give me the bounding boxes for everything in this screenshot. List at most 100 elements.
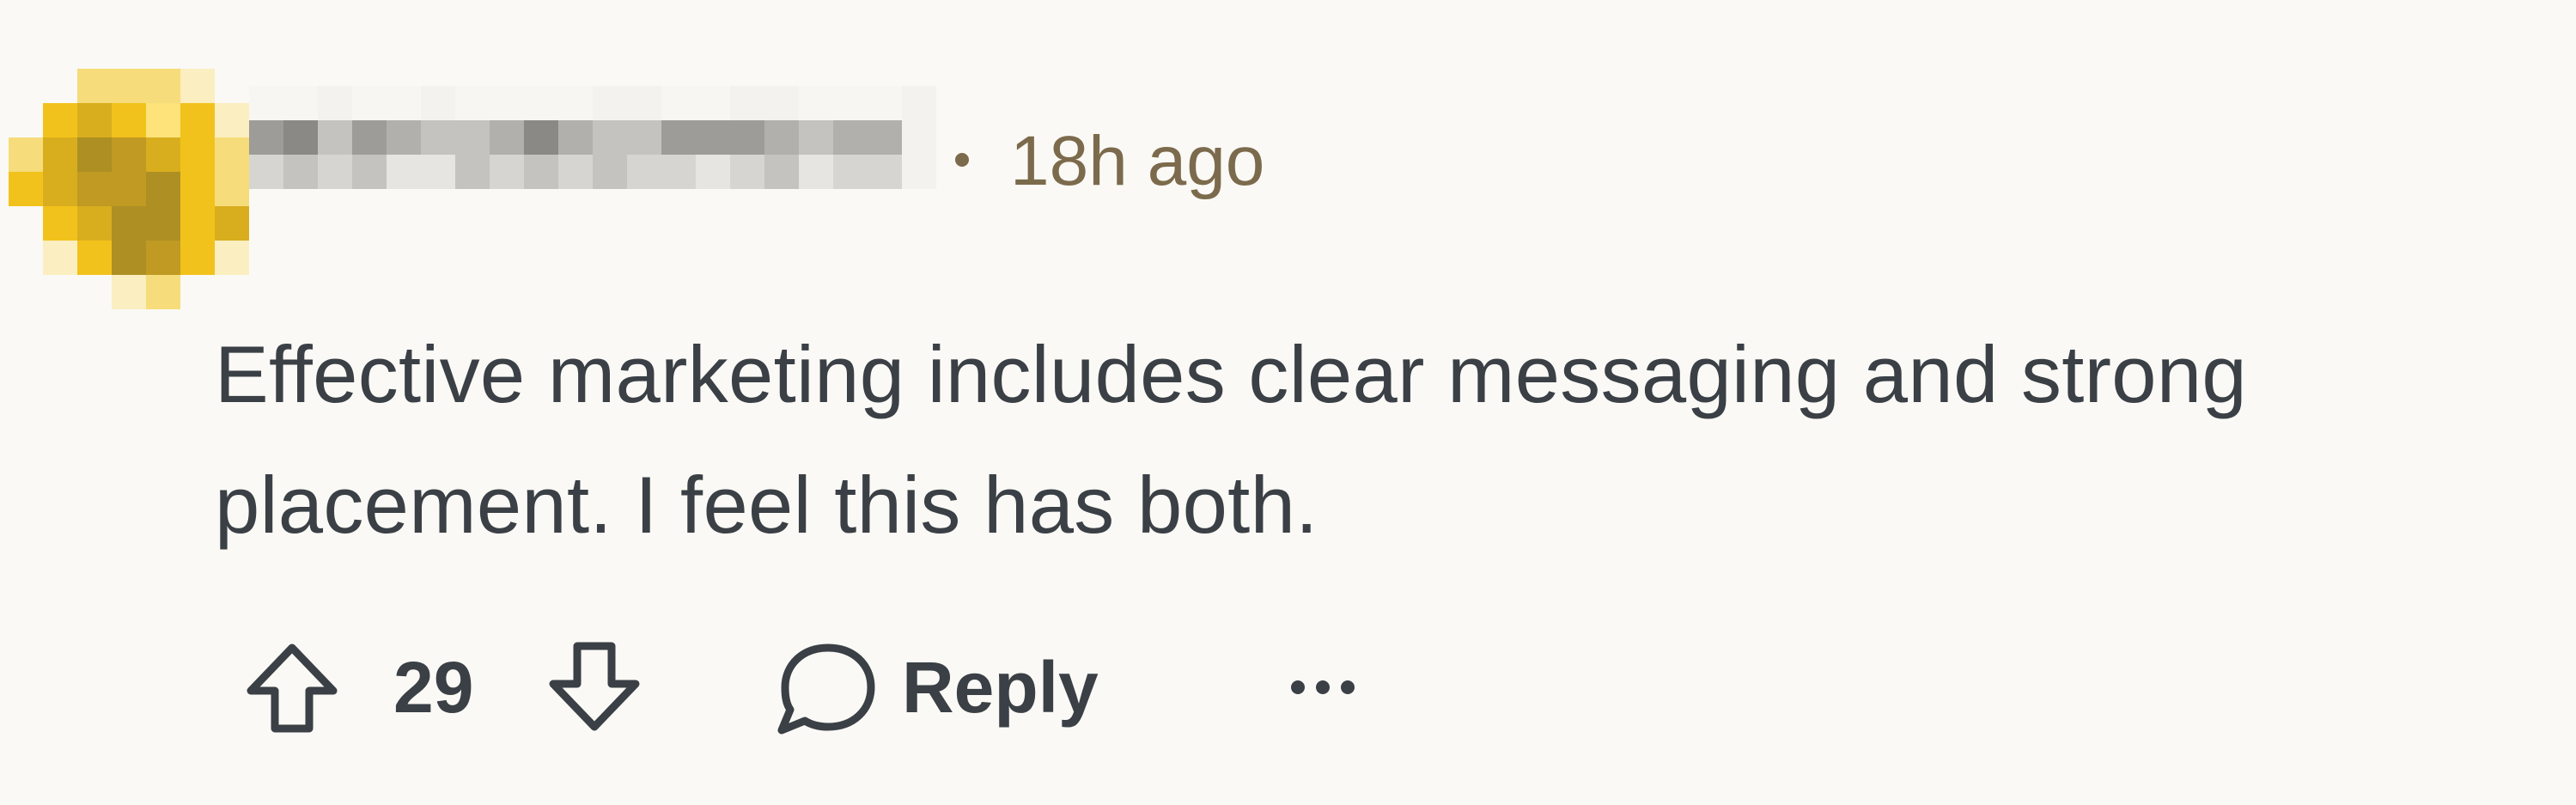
avatar-pixel <box>77 206 112 241</box>
downvote-icon[interactable] <box>543 636 646 739</box>
avatar-pixel <box>43 241 77 275</box>
username-pixel <box>902 86 936 120</box>
username-pixel <box>421 86 455 120</box>
username-pixel <box>730 86 764 120</box>
username-pixel <box>421 155 455 189</box>
username-pixel <box>730 155 764 189</box>
avatar-pixel <box>77 137 112 172</box>
username-pixel <box>387 155 421 189</box>
avatar-pixel <box>9 172 43 206</box>
avatar[interactable] <box>9 69 249 309</box>
reply-label: Reply <box>902 647 1099 728</box>
username-pixel <box>249 120 283 155</box>
username-pixel <box>387 120 421 155</box>
avatar-pixel <box>180 172 215 206</box>
avatar-pixel <box>112 103 146 137</box>
avatar-pixel <box>112 206 146 241</box>
username-pixel <box>318 86 352 120</box>
avatar-pixel <box>215 172 249 206</box>
username-pixel <box>868 86 902 120</box>
avatar-pixel <box>43 172 77 206</box>
username-pixel <box>249 86 283 120</box>
username-pixel <box>490 155 524 189</box>
username-pixel <box>283 86 318 120</box>
username-pixel <box>387 86 421 120</box>
avatar-pixel <box>77 172 112 206</box>
username-pixel <box>593 86 627 120</box>
vote-count: 29 <box>393 647 474 728</box>
avatar-pixel <box>77 69 112 103</box>
action-bar: 29 Reply <box>232 627 1434 747</box>
username-pixel <box>558 155 593 189</box>
username-pixel <box>696 86 730 120</box>
comment-body: Effective marketing includes clear messa… <box>215 329 2247 550</box>
username-pixel <box>627 120 661 155</box>
username-pixel <box>764 155 799 189</box>
username-pixel <box>627 155 661 189</box>
username-pixel <box>352 155 387 189</box>
avatar-pixel <box>112 69 146 103</box>
username-pixel <box>730 120 764 155</box>
avatar-pixel <box>112 241 146 275</box>
avatar-pixel <box>112 172 146 206</box>
username-pixel <box>833 86 868 120</box>
upvote-icon[interactable] <box>241 636 344 739</box>
username-pixel <box>524 86 558 120</box>
avatar-pixel <box>180 69 215 103</box>
avatar-pixel <box>77 103 112 137</box>
username-pixel <box>249 155 283 189</box>
separator-dot <box>955 153 969 167</box>
username-pixel <box>696 120 730 155</box>
username-pixel <box>421 120 455 155</box>
avatar-pixel <box>146 137 180 172</box>
username[interactable] <box>249 86 936 215</box>
username-pixel <box>764 120 799 155</box>
avatar-pixel <box>215 241 249 275</box>
username-pixel <box>833 155 868 189</box>
avatar-pixel <box>180 137 215 172</box>
username-pixel <box>661 86 696 120</box>
avatar-pixel <box>180 103 215 137</box>
username-pixel <box>868 155 902 189</box>
username-pixel <box>455 155 490 189</box>
username-pixel <box>455 120 490 155</box>
username-pixel <box>283 155 318 189</box>
avatar-pixel <box>112 275 146 309</box>
avatar-pixel <box>215 137 249 172</box>
username-pixel <box>902 120 936 155</box>
avatar-pixel <box>146 241 180 275</box>
username-pixel <box>352 120 387 155</box>
username-pixel <box>799 155 833 189</box>
avatar-pixel <box>146 275 180 309</box>
username-pixel <box>868 120 902 155</box>
username-pixel <box>558 120 593 155</box>
username-pixel <box>593 155 627 189</box>
avatar-pixel <box>215 103 249 137</box>
timestamp[interactable]: 18h ago <box>1010 119 1264 204</box>
username-pixel <box>524 120 558 155</box>
avatar-pixel <box>43 206 77 241</box>
avatar-pixel <box>146 172 180 206</box>
avatar-pixel <box>9 137 43 172</box>
username-pixel <box>318 155 352 189</box>
avatar-pixel <box>180 206 215 241</box>
username-pixel <box>455 86 490 120</box>
username-pixel <box>661 120 696 155</box>
username-pixel <box>283 120 318 155</box>
avatar-pixel <box>146 206 180 241</box>
username-pixel <box>696 155 730 189</box>
username-pixel <box>593 120 627 155</box>
avatar-pixel <box>43 137 77 172</box>
username-pixel <box>490 120 524 155</box>
username-pixel <box>661 155 696 189</box>
avatar-pixel <box>215 206 249 241</box>
username-pixel <box>902 155 936 189</box>
more-options-icon[interactable] <box>1284 662 1361 713</box>
reply-button[interactable]: Reply <box>773 636 1151 739</box>
avatar-pixel <box>112 137 146 172</box>
avatar-pixel <box>43 103 77 137</box>
username-pixel <box>799 120 833 155</box>
username-pixel <box>318 120 352 155</box>
avatar-pixel <box>77 241 112 275</box>
username-pixel <box>833 120 868 155</box>
